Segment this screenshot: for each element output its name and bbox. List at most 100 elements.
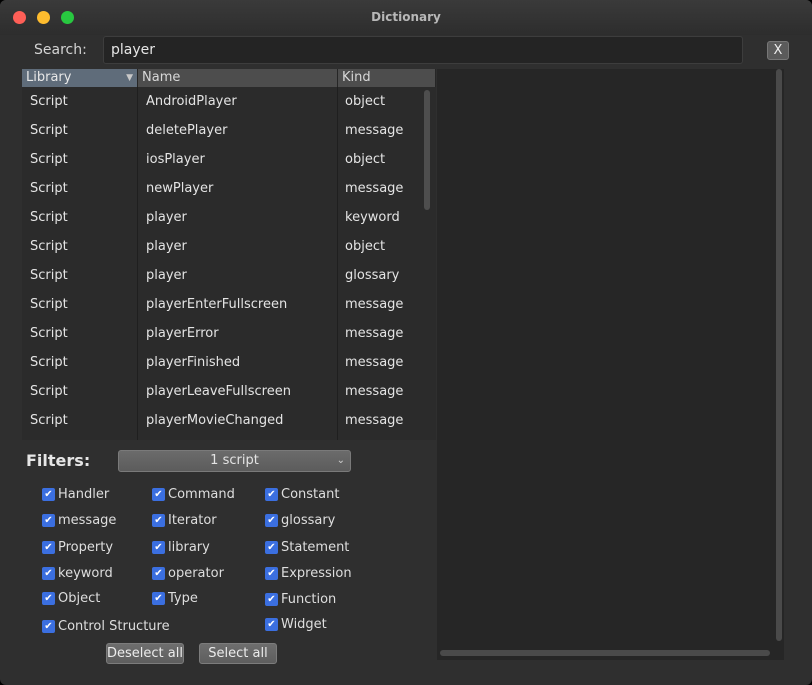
table-header: Library ▼ Name Kind: [22, 69, 436, 87]
cell-name: player: [146, 268, 187, 283]
cell-kind: object: [345, 239, 386, 254]
table-row[interactable]: Script playerLeaveFullscreen message: [22, 377, 422, 406]
cell-name: iosPlayer: [146, 152, 205, 167]
checkmark-icon: ✔: [42, 592, 55, 605]
checkmark-icon: ✔: [265, 488, 278, 501]
cell-name: AndroidPlayer: [146, 94, 237, 109]
checkbox-label: Object: [58, 591, 101, 606]
select-all-button[interactable]: Select all: [199, 643, 277, 664]
cell-name: deletePlayer: [146, 123, 228, 138]
checkmark-icon: ✔: [265, 541, 278, 554]
table-row[interactable]: Script playerFinished message: [22, 348, 422, 377]
checkmark-icon: ✔: [42, 620, 55, 633]
table-row[interactable]: Script player object: [22, 232, 422, 261]
checkbox-label: message: [58, 513, 117, 528]
cell-library: Script: [30, 297, 68, 312]
cell-kind: keyword: [345, 210, 400, 225]
cell-name: playerError: [146, 326, 219, 341]
cell-kind: message: [345, 123, 404, 138]
checkmark-icon: ✔: [265, 593, 278, 606]
cell-kind: object: [345, 152, 386, 167]
checkbox-label: Statement: [281, 540, 350, 555]
cell-kind: message: [345, 355, 404, 370]
cell-library: Script: [30, 152, 68, 167]
checkmark-icon: ✔: [152, 488, 165, 501]
column-header-label: Library: [26, 70, 72, 85]
checkmark-icon: ✔: [42, 541, 55, 554]
column-header-name[interactable]: Name: [138, 69, 338, 87]
checkbox-label: operator: [168, 566, 224, 581]
dictionary-window: Dictionary Search: X Library ▼ Name Kind…: [0, 0, 812, 685]
filters-label: Filters:: [26, 451, 91, 470]
cell-library: Script: [30, 326, 68, 341]
table-row[interactable]: Script playerMovieChanged message: [22, 406, 422, 435]
cell-name: playerFinished: [146, 355, 241, 370]
checkbox-label: Constant: [281, 487, 340, 502]
preview-horizontal-scrollbar[interactable]: [440, 650, 770, 656]
checkmark-icon: ✔: [42, 514, 55, 527]
cell-name: player: [146, 210, 187, 225]
cell-name: playerMovieChanged: [146, 413, 284, 428]
cell-kind: message: [345, 326, 404, 341]
cell-name: playerLeaveFullscreen: [146, 384, 291, 399]
cell-name: player: [146, 239, 187, 254]
cell-kind: message: [345, 297, 404, 312]
checkbox-label: Iterator: [168, 513, 217, 528]
column-header-kind[interactable]: Kind: [338, 69, 436, 87]
cell-library: Script: [30, 384, 68, 399]
checkbox-label: glossary: [281, 513, 336, 528]
checkmark-icon: ✔: [152, 592, 165, 605]
table-row[interactable]: Script playerError message: [22, 319, 422, 348]
table-row[interactable]: Script player keyword: [22, 203, 422, 232]
preview-pane: [437, 69, 784, 660]
checkbox-label: Handler: [58, 487, 110, 502]
deselect-all-button[interactable]: Deselect all: [106, 643, 184, 664]
checkbox-label: Expression: [281, 566, 352, 581]
table-scrollbar[interactable]: [424, 90, 430, 210]
table-row[interactable]: Script deletePlayer message: [22, 116, 422, 145]
table-row[interactable]: Script player glossary: [22, 261, 422, 290]
cell-kind: message: [345, 181, 404, 196]
cell-kind: message: [345, 384, 404, 399]
results-table: Library ▼ Name Kind Script AndroidPlayer o…: [22, 69, 436, 440]
checkmark-icon: ✔: [152, 541, 165, 554]
checkmark-icon: ✔: [265, 618, 278, 631]
cell-name: playerEnterFullscreen: [146, 297, 288, 312]
search-label: Search:: [34, 42, 87, 58]
title-bar[interactable]: Dictionary: [0, 0, 812, 35]
checkbox-label: Control Structure: [58, 619, 170, 634]
column-header-library[interactable]: Library ▼: [22, 69, 138, 87]
cell-library: Script: [30, 181, 68, 196]
cell-library: Script: [30, 123, 68, 138]
checkbox-label: keyword: [58, 566, 113, 581]
clear-search-button[interactable]: X: [767, 41, 789, 60]
cell-kind: glossary: [345, 268, 400, 283]
checkmark-icon: ✔: [265, 567, 278, 580]
chevron-down-icon: ⌄: [336, 455, 345, 466]
cell-kind: object: [345, 94, 386, 109]
scope-select[interactable]: 1 script ⌄: [118, 450, 351, 472]
cell-library: Script: [30, 239, 68, 254]
table-row[interactable]: Script playerEnterFullscreen message: [22, 290, 422, 319]
preview-vertical-scrollbar[interactable]: [776, 69, 782, 641]
checkbox-label: Widget: [281, 617, 327, 632]
cell-kind: message: [345, 413, 404, 428]
sort-desc-icon: ▼: [126, 73, 133, 83]
cell-name: newPlayer: [146, 181, 214, 196]
cell-library: Script: [30, 268, 68, 283]
checkbox-label: Function: [281, 592, 337, 607]
checkbox-label: Property: [58, 540, 114, 555]
table-row[interactable]: Script AndroidPlayer object: [22, 87, 422, 116]
checkmark-icon: ✔: [265, 514, 278, 527]
cell-library: Script: [30, 355, 68, 370]
search-input[interactable]: [103, 36, 743, 64]
window-title: Dictionary: [371, 10, 441, 24]
checkbox-label: library: [168, 540, 210, 555]
table-row[interactable]: Script iosPlayer object: [22, 145, 422, 174]
checkmark-icon: ✔: [152, 567, 165, 580]
cell-library: Script: [30, 210, 68, 225]
table-row[interactable]: Script newPlayer message: [22, 174, 422, 203]
checkmark-icon: ✔: [152, 514, 165, 527]
cell-library: Script: [30, 94, 68, 109]
checkbox-label: Command: [168, 487, 235, 502]
